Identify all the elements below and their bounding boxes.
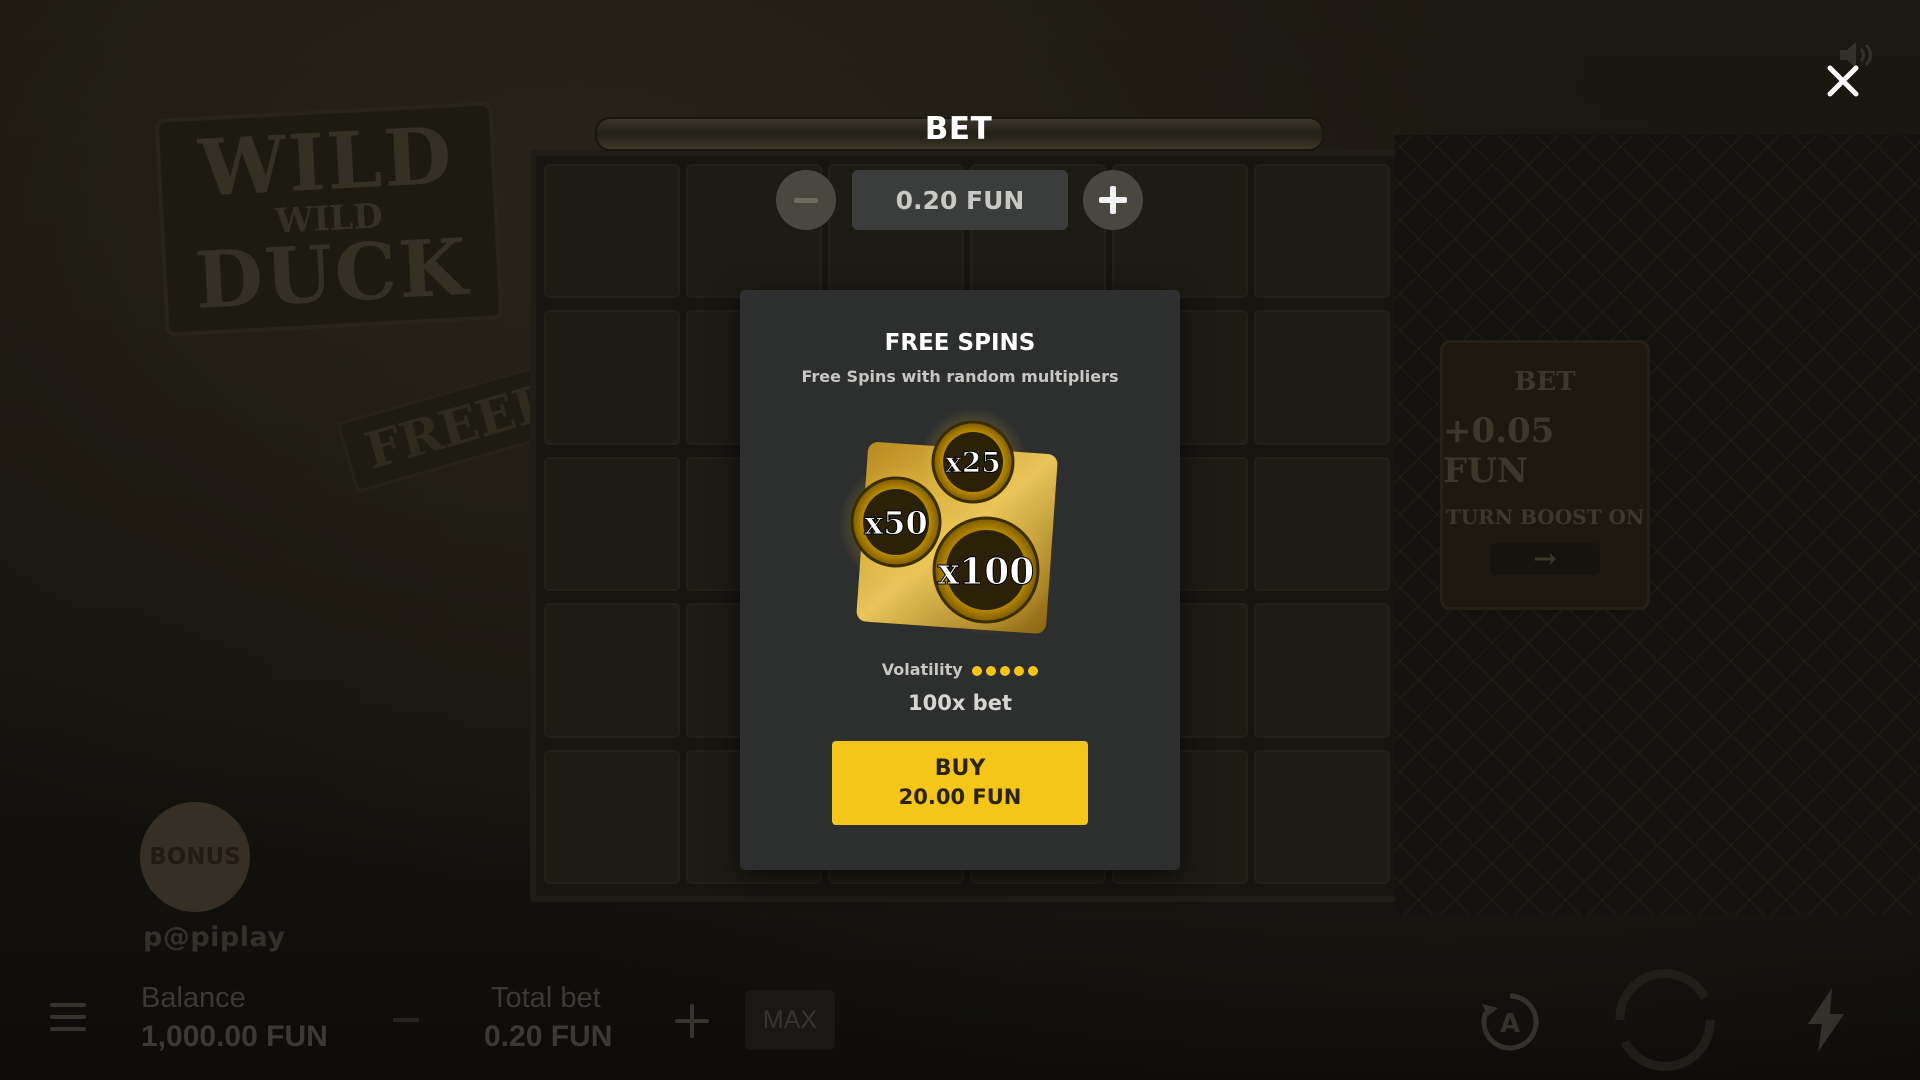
bet-value-display: 0.20 FUN <box>852 170 1068 230</box>
close-icon[interactable] <box>1820 58 1866 104</box>
free-spins-artwork: x25 x50 x100 <box>838 410 1058 636</box>
free-spins-subtitle: Free Spins with random multipliers <box>801 367 1119 386</box>
buy-price: 20.00 FUN <box>898 785 1022 809</box>
volatility-dot <box>972 665 983 676</box>
coin-x25-label: x25 <box>945 446 1001 479</box>
cost-multiplier: 100x bet <box>907 691 1012 715</box>
coin-x100: x100 <box>932 516 1040 624</box>
coin-x50: x50 <box>850 476 942 568</box>
free-spins-card: FREE SPINS Free Spins with random multip… <box>740 290 1180 870</box>
buy-label: BUY <box>934 756 986 781</box>
coin-x25: x25 <box>931 420 1015 504</box>
bet-decrease-button[interactable] <box>776 170 836 230</box>
volatility-dot <box>1014 665 1025 676</box>
coin-x50-label: x50 <box>864 504 928 542</box>
volatility-rating <box>968 660 1039 679</box>
volatility-label: Volatility <box>881 660 963 679</box>
coin-x100-label: x100 <box>938 551 1035 593</box>
bet-increase-button[interactable] <box>1083 170 1143 230</box>
volatility-row: Volatility <box>740 660 1180 679</box>
free-spins-title: FREE SPINS <box>884 330 1036 356</box>
buy-free-spins-button[interactable]: BUY 20.00 FUN <box>832 741 1088 825</box>
volatility-dot <box>986 665 997 676</box>
bet-title: BET <box>924 111 993 147</box>
volatility-dot <box>1000 665 1011 676</box>
volatility-dot <box>1028 665 1039 676</box>
